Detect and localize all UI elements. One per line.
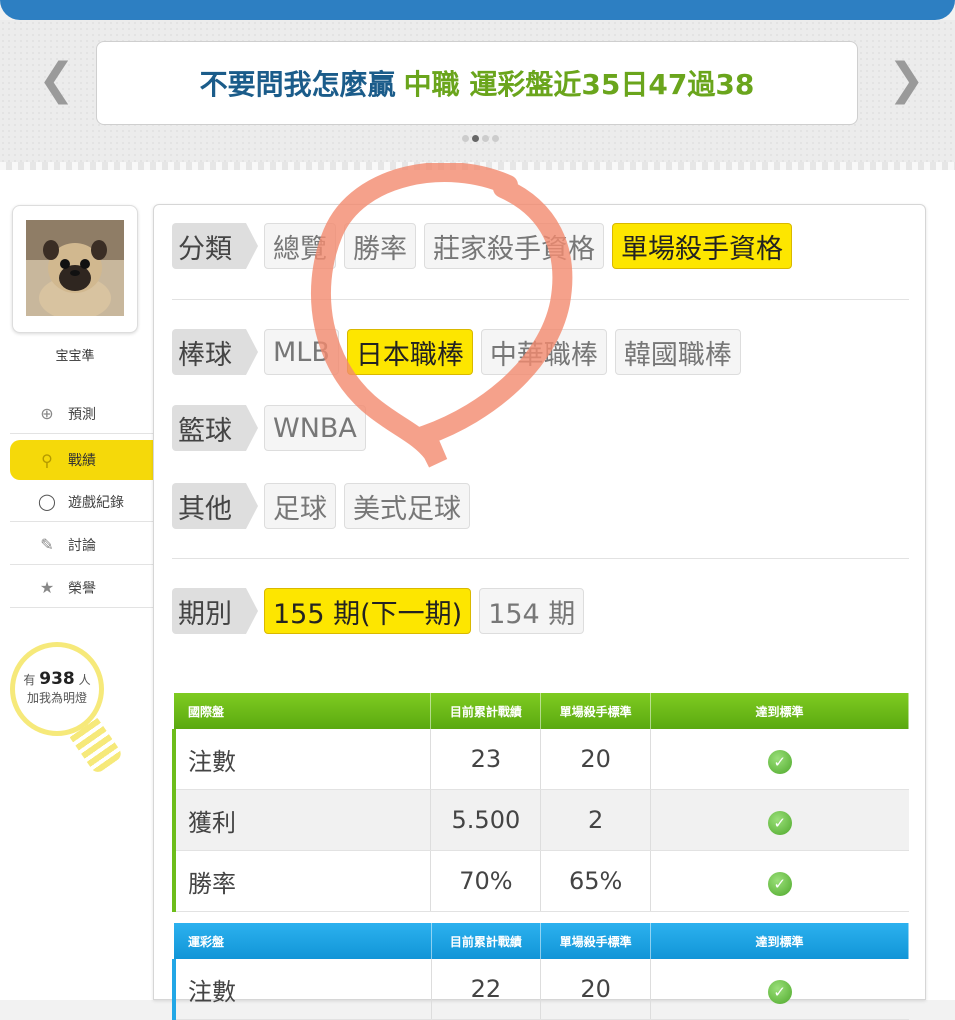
status-cell: ✓	[650, 850, 909, 912]
medal-icon: ★	[39, 578, 55, 597]
tab-banker-killer[interactable]: 莊家殺手資格	[424, 223, 604, 269]
row-label: 勝率	[172, 850, 432, 912]
carousel-dots[interactable]	[462, 135, 499, 142]
baseball-label: 棒球	[172, 329, 258, 375]
sidebar-item-discussion[interactable]: ✎ 討論	[10, 525, 153, 565]
other-filter-row: 其他 足球 美式足球	[172, 483, 470, 529]
league-mlb[interactable]: MLB	[264, 329, 339, 375]
chat-icon: ✎	[40, 535, 54, 554]
divider	[172, 299, 909, 300]
row-label: 注數	[171, 959, 432, 1020]
table-header: 達到標準	[650, 693, 909, 729]
fans-count: 938	[39, 669, 75, 689]
standard-value: 2	[540, 789, 652, 851]
table-row: 獲利 5.500 2 ✓	[172, 789, 909, 851]
chevron-right-icon[interactable]: ❯	[888, 58, 925, 102]
carousel-dot-active[interactable]	[472, 135, 479, 142]
table-row: 注數 22 20 ✓	[171, 959, 909, 1020]
other-label: 其他	[172, 483, 258, 529]
sidebar-item-label: 戰績	[68, 453, 96, 469]
league-npb[interactable]: 日本職棒	[346, 329, 473, 375]
row-label: 注數	[172, 729, 432, 790]
table-header: 目前累計戰績	[431, 923, 542, 959]
chart-icon: ⚲	[41, 450, 53, 470]
divider	[172, 558, 909, 559]
sidebar-item-game-log[interactable]: ◯ 遊戲紀錄	[10, 482, 153, 522]
top-bar	[0, 0, 955, 20]
banner-title-record: 中職 運彩盤近35日47過38	[403, 68, 755, 101]
category-label: 分類	[172, 223, 258, 269]
standard-value: 20	[540, 959, 651, 1020]
basketball-label: 籃球	[172, 405, 258, 451]
target-icon: ⊕	[40, 404, 54, 423]
carousel-dot[interactable]	[462, 135, 469, 142]
tab-win-rate[interactable]: 勝率	[344, 223, 416, 269]
table-header: 單場殺手標準	[540, 693, 652, 729]
category-filter-row: 分類 總覽 勝率 莊家殺手資格 單場殺手資格	[172, 223, 792, 269]
table-header-row: 國際盤 目前累計戰績 單場殺手標準 達到標準	[174, 693, 909, 729]
status-cell: ✓	[650, 789, 909, 851]
league-wnba[interactable]: WNBA	[264, 405, 366, 451]
avatar-card[interactable]	[12, 205, 138, 333]
league-cpbl[interactable]: 中華職棒	[480, 329, 607, 375]
fans-prefix: 有	[23, 673, 36, 687]
period-label: 期別	[172, 588, 258, 634]
check-icon: ✓	[767, 871, 792, 896]
tab-overview[interactable]: 總覽	[264, 223, 336, 269]
sidebar-item-predict[interactable]: ⊕ 預測	[10, 394, 153, 434]
current-value: 22	[431, 959, 542, 1020]
basketball-filter-row: 籃球 WNBA	[172, 405, 366, 451]
fans-text: 加我為明燈	[26, 691, 87, 705]
sidebar-item-record[interactable]: ⚲ 戰績	[10, 440, 163, 480]
sidebar-item-honor[interactable]: ★ 榮譽	[10, 568, 153, 608]
period-filter-row: 期別 155 期(下一期) 154 期	[172, 588, 585, 634]
check-icon: ✓	[767, 810, 792, 835]
standard-value: 65%	[540, 850, 652, 912]
carousel-dot[interactable]	[482, 135, 489, 142]
fans-bulb[interactable]: 有 938 人 加我為明燈	[10, 642, 104, 736]
league-kbo[interactable]: 韓國職棒	[614, 329, 741, 375]
period-154[interactable]: 154 期	[479, 588, 585, 634]
row-label: 獲利	[172, 789, 432, 851]
period-155[interactable]: 155 期(下一期)	[264, 588, 472, 634]
table-header: 運彩盤	[174, 923, 432, 959]
username[interactable]: 宝宝準	[0, 345, 150, 364]
standard-value: 20	[540, 729, 652, 790]
table-header: 國際盤	[174, 693, 432, 729]
tab-single-game-killer[interactable]: 單場殺手資格	[612, 223, 792, 269]
sidebar-item-label: 討論	[68, 537, 96, 554]
chevron-left-icon[interactable]: ❮	[38, 58, 75, 102]
carousel-dot[interactable]	[492, 135, 499, 142]
current-value: 5.500	[430, 789, 542, 851]
table-header: 達到標準	[650, 923, 910, 959]
current-value: 23	[430, 729, 542, 790]
table-row: 勝率 70% 65% ✓	[172, 850, 909, 912]
circle-icon: ◯	[38, 492, 56, 511]
check-icon: ✓	[767, 749, 792, 774]
banner-headline[interactable]: 不要問我怎麼贏 中職 運彩盤近35日47過38	[96, 41, 858, 125]
baseball-filter-row: 棒球 MLB 日本職棒 中華職棒 韓國職棒	[172, 329, 741, 375]
status-cell: ✓	[650, 729, 909, 790]
sidebar-item-label: 榮譽	[68, 580, 96, 597]
current-value: 70%	[430, 850, 542, 912]
table-row: 注數 23 20 ✓	[172, 729, 909, 790]
sidebar-item-label: 預測	[68, 406, 96, 423]
fans-suffix: 人	[78, 673, 91, 687]
international-table: 國際盤 目前累計戰績 單場殺手標準 達到標準 注數 23 20 ✓ 獲利 5.5…	[172, 693, 909, 912]
league-american-football[interactable]: 美式足球	[344, 483, 470, 529]
league-soccer[interactable]: 足球	[264, 483, 336, 529]
table-header-row: 運彩盤 目前累計戰績 單場殺手標準 達到標準	[174, 923, 910, 959]
status-cell: ✓	[650, 959, 909, 1020]
avatar[interactable]	[26, 220, 124, 316]
table-header: 目前累計戰績	[430, 693, 542, 729]
banner-title-main: 不要問我怎麼贏	[199, 68, 396, 101]
sidebar-item-label: 遊戲紀錄	[68, 494, 124, 511]
record-panel: 分類 總覽 勝率 莊家殺手資格 單場殺手資格 棒球 MLB 日本職棒 中華職棒 …	[153, 204, 926, 1020]
sports-lottery-table: 運彩盤 目前累計戰績 單場殺手標準 達到標準 注數 22 20 ✓	[171, 923, 910, 1020]
table-header: 單場殺手標準	[540, 923, 651, 959]
